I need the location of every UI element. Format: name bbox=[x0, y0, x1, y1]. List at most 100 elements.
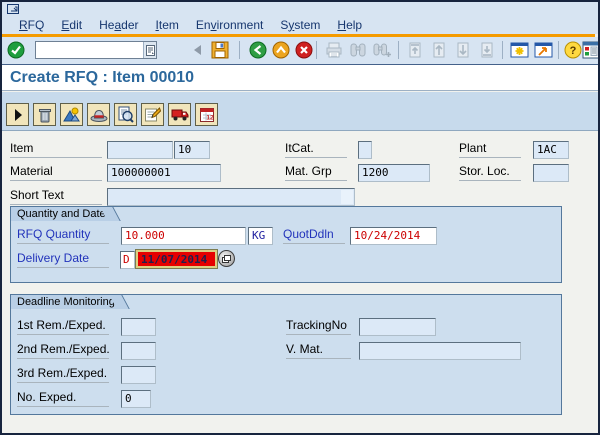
rem2-field[interactable] bbox=[121, 342, 156, 360]
window-top-strip bbox=[2, 2, 598, 15]
rem3-field[interactable] bbox=[121, 366, 156, 384]
menu-rfq[interactable]: RFQ bbox=[19, 18, 44, 32]
enter-icon bbox=[7, 41, 25, 59]
storloc-field[interactable] bbox=[533, 164, 569, 182]
hide-command-field-button[interactable] bbox=[194, 45, 201, 55]
item-details-button[interactable] bbox=[114, 103, 137, 126]
delivery-date-field[interactable]: 11/07/2014 bbox=[136, 250, 217, 268]
save-button[interactable] bbox=[210, 40, 230, 60]
itcat-field[interactable] bbox=[358, 141, 372, 159]
save-icon bbox=[211, 41, 229, 59]
trackingno-label: TrackingNo bbox=[286, 318, 351, 335]
delivery-date-label: Delivery Date bbox=[17, 251, 109, 268]
menu-edit[interactable]: Edit bbox=[61, 18, 82, 32]
shorttext-label: Short Text bbox=[10, 188, 102, 205]
rem3-label: 3rd Rem./Exped. bbox=[17, 366, 109, 383]
new-session-button[interactable] bbox=[509, 40, 529, 60]
cancel-button[interactable] bbox=[294, 40, 314, 60]
exit-button[interactable] bbox=[271, 40, 291, 60]
svg-text:?: ? bbox=[570, 45, 577, 57]
command-field-wrap bbox=[35, 41, 157, 59]
rem2-label: 2nd Rem./Exped. bbox=[17, 342, 110, 359]
previous-page-icon bbox=[433, 42, 445, 58]
deadline-monitoring-group-title: Deadline Monitoring bbox=[10, 294, 120, 309]
next-page-button[interactable] bbox=[453, 40, 473, 60]
help-button[interactable]: ? bbox=[563, 40, 583, 60]
item-number-field[interactable]: 10 bbox=[174, 141, 210, 159]
rfq-quantity-field[interactable]: 10.000 bbox=[121, 227, 246, 245]
find-next-button[interactable] bbox=[372, 40, 392, 60]
quantity-date-group-title: Quantity and Date bbox=[10, 206, 111, 221]
command-history-icon bbox=[145, 44, 155, 56]
no-exped-label: No. Exped. bbox=[17, 390, 109, 407]
print-button[interactable] bbox=[324, 40, 344, 60]
menu-system[interactable]: System bbox=[280, 18, 320, 32]
matgrp-field[interactable]: 1200 bbox=[358, 164, 430, 182]
date-picker-button[interactable] bbox=[218, 250, 235, 267]
date-category-field[interactable]: D bbox=[120, 251, 135, 269]
deadline-monitoring-group: Deadline Monitoring 1st Rem./Exped. Trac… bbox=[10, 294, 562, 415]
quotddln-label: QuotDdln bbox=[283, 227, 345, 244]
menu-environment[interactable]: Environment bbox=[196, 18, 263, 32]
plant-label: Plant bbox=[459, 141, 521, 158]
find-icon bbox=[350, 43, 366, 57]
customize-layout-icon bbox=[582, 41, 598, 59]
next-item-icon bbox=[14, 108, 22, 121]
unit-field[interactable]: KG bbox=[248, 227, 273, 245]
command-field[interactable] bbox=[36, 42, 143, 58]
hat-icon bbox=[90, 109, 107, 122]
back-button[interactable] bbox=[248, 40, 268, 60]
matgrp-label: Mat. Grp bbox=[285, 164, 347, 181]
rem1-label: 1st Rem./Exped. bbox=[17, 318, 109, 335]
trash-icon bbox=[38, 108, 51, 122]
find-button[interactable] bbox=[348, 40, 368, 60]
delivery-address-button[interactable] bbox=[168, 103, 191, 126]
trackingno-field[interactable] bbox=[359, 318, 436, 336]
cancel-icon bbox=[295, 41, 313, 59]
rfq-number-field[interactable] bbox=[107, 141, 173, 159]
plant-field[interactable]: 1AC bbox=[533, 141, 569, 159]
title-bar: Create RFQ : Item 00010 bbox=[2, 64, 598, 91]
storloc-label: Stor. Loc. bbox=[459, 164, 521, 181]
delete-button[interactable] bbox=[33, 103, 56, 126]
menu-bar: RFQ Edit Header Item Environment System … bbox=[2, 15, 598, 34]
svg-text:12: 12 bbox=[206, 114, 214, 121]
rem1-field[interactable] bbox=[121, 318, 156, 336]
window-menu-icon[interactable] bbox=[7, 4, 22, 15]
delivery-schedule-button[interactable]: 12 bbox=[195, 103, 218, 126]
shorttext-field[interactable] bbox=[107, 188, 355, 206]
first-page-button[interactable] bbox=[405, 40, 425, 60]
menu-help[interactable]: Help bbox=[337, 18, 362, 32]
material-field[interactable]: 100000001 bbox=[107, 164, 221, 182]
page-title: Create RFQ : Item 00010 bbox=[10, 68, 195, 86]
create-shortcut-icon bbox=[534, 42, 552, 58]
no-exped-field[interactable]: 0 bbox=[121, 390, 151, 408]
find-next-icon bbox=[373, 43, 391, 57]
calendar-icon: 12 bbox=[199, 107, 214, 122]
menu-header[interactable]: Header bbox=[99, 18, 138, 32]
previous-page-button[interactable] bbox=[429, 40, 449, 60]
material-button[interactable] bbox=[60, 103, 83, 126]
quantity-date-group: Quantity and Date RFQ Quantity 10.000 KG… bbox=[10, 206, 562, 283]
command-history-button[interactable] bbox=[143, 42, 156, 58]
item-text-button[interactable] bbox=[141, 103, 164, 126]
create-shortcut-button[interactable] bbox=[533, 40, 553, 60]
pencil-note-icon bbox=[145, 107, 161, 122]
customize-layout-button[interactable] bbox=[581, 40, 598, 60]
truck-icon bbox=[171, 109, 188, 121]
shorttext-scroll-tail bbox=[341, 190, 353, 204]
enter-button[interactable] bbox=[6, 40, 26, 60]
next-item-button[interactable] bbox=[6, 103, 29, 126]
back-icon bbox=[249, 41, 267, 59]
rfq-quantity-label: RFQ Quantity bbox=[17, 227, 109, 244]
material-label: Material bbox=[10, 164, 102, 181]
menu-item[interactable]: Item bbox=[156, 18, 179, 32]
header-details-button[interactable] bbox=[87, 103, 110, 126]
application-toolbar: 12 bbox=[2, 92, 598, 131]
next-page-icon bbox=[457, 42, 469, 58]
form-area: Item 10 ItCat. Plant 1AC Material 100000… bbox=[2, 131, 598, 433]
quotddln-field[interactable]: 10/24/2014 bbox=[350, 227, 437, 245]
vmat-field[interactable] bbox=[359, 342, 521, 360]
last-page-button[interactable] bbox=[477, 40, 497, 60]
sap-window: RFQ Edit Header Item Environment System … bbox=[0, 0, 600, 435]
